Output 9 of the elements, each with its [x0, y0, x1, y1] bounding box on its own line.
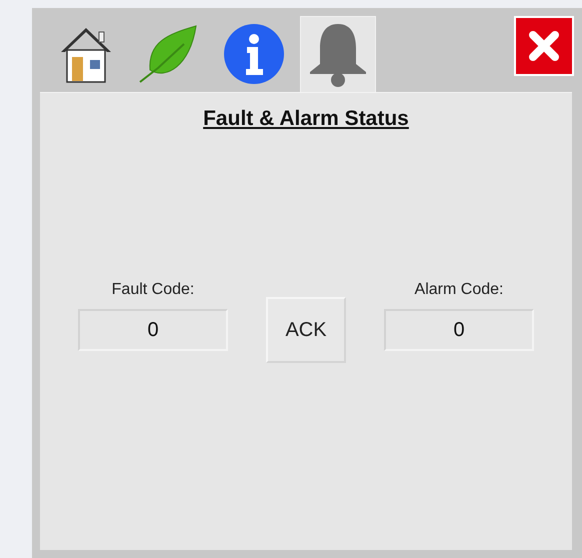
- alarm-code-field: 0: [384, 309, 534, 351]
- fault-code-label: Fault Code:: [112, 281, 194, 299]
- alarm-code-label: Alarm Code:: [414, 281, 504, 299]
- panel-title: Fault & Alarm Status: [203, 107, 409, 131]
- fault-code-field: 0: [78, 309, 228, 351]
- ack-button[interactable]: ACK: [266, 297, 346, 363]
- close-button[interactable]: [514, 16, 574, 76]
- info-icon: [223, 23, 285, 85]
- close-icon: [527, 29, 561, 63]
